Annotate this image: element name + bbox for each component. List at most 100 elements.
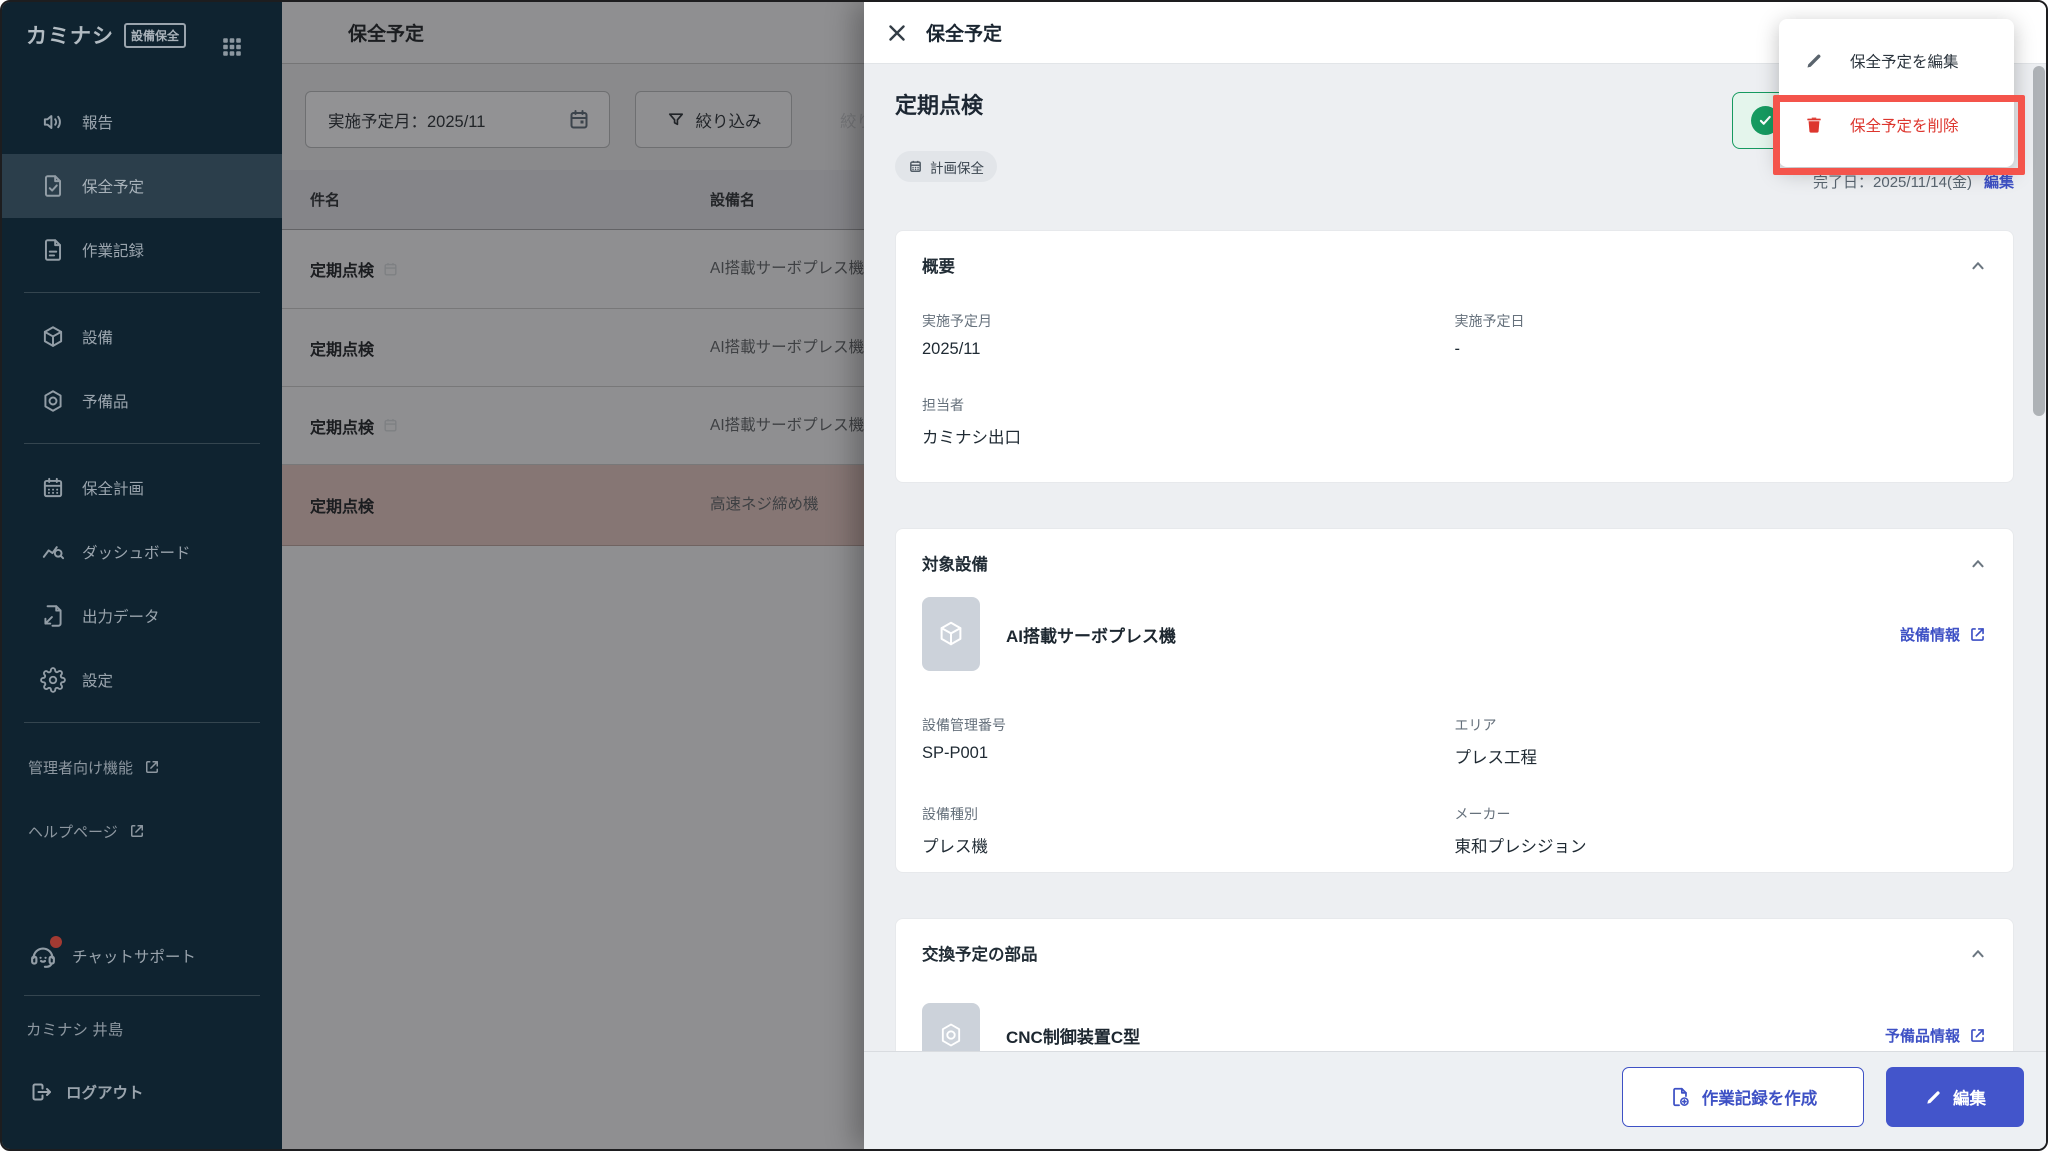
- field: メーカー 東和プレシジョン: [1455, 804, 1988, 857]
- overview-card: 概要 実施予定月 2025/11 実施予定日 - 担当者 カミナシ出口: [895, 230, 2014, 483]
- app-switcher-icon[interactable]: [220, 35, 244, 59]
- trash-icon: [1804, 115, 1824, 135]
- nut-icon: [40, 388, 66, 414]
- completion-line: 完了日：2025/11/14(金) 編集: [1813, 171, 2014, 192]
- scrollbar-thumb[interactable]: [2033, 66, 2045, 416]
- document-lines-icon: [40, 237, 66, 263]
- field-value: プレス工程: [1455, 744, 1988, 768]
- external-link-icon: [143, 758, 161, 776]
- month-filter-label: 実施予定月：2025/11: [328, 108, 485, 132]
- external-link-icon: [128, 822, 146, 840]
- close-icon[interactable]: [884, 20, 910, 46]
- part-info-link[interactable]: 予備品情報: [1885, 1025, 1987, 1046]
- row-subject: 定期点検: [310, 336, 374, 360]
- table-row[interactable]: 定期点検 AI搭載サーボプレス機: [282, 387, 864, 465]
- logo-text: カミナシ: [26, 20, 114, 50]
- filter-button[interactable]: 絞り込み: [635, 91, 792, 148]
- sidebar-divider: [24, 443, 260, 444]
- cube-icon: [40, 324, 66, 350]
- equipment-name: AI搭載サーボプレス機: [1006, 622, 1900, 647]
- row-subject: 定期点検: [310, 414, 374, 438]
- row-subject: 定期点検: [310, 493, 374, 517]
- row-equipment: AI搭載サーボプレス機: [710, 413, 870, 437]
- chat-support-label: チャットサポート: [72, 945, 196, 967]
- field-label: 設備種別: [922, 804, 1455, 824]
- drawer-title: 保全予定: [926, 19, 1002, 46]
- sidebar-item-spare-parts[interactable]: 予備品: [2, 369, 282, 433]
- sidebar-item-export-data[interactable]: 出力データ: [2, 584, 282, 648]
- sidebar-item-label: 保全計画: [82, 477, 144, 499]
- field-label: 実施予定日: [1455, 311, 1988, 331]
- sidebar: カミナシ 設備保全 報告 保全予定 作業記録 設備: [2, 2, 282, 1149]
- calendar-icon: [40, 475, 66, 501]
- sidebar-link-label: 管理者向け機能: [28, 757, 133, 778]
- calendar-icon: [908, 159, 923, 174]
- logout-button[interactable]: ログアウト: [2, 1064, 282, 1120]
- edit-button[interactable]: 編集: [1886, 1067, 2024, 1127]
- field: 実施予定月 2025/11: [922, 311, 1455, 359]
- table-row-selected[interactable]: 定期点検 高速ネジ締め機: [282, 465, 864, 546]
- chart-search-icon: [40, 539, 66, 565]
- main-titlebar: 保全予定: [282, 2, 864, 64]
- sidebar-item-work-records[interactable]: 作業記録: [2, 218, 282, 282]
- document-plus-icon: [1669, 1086, 1691, 1108]
- main-content: 保全予定 実施予定月：2025/11 絞り込み 絞り 件名 設備名 定期点検 A…: [282, 2, 864, 1149]
- table-row[interactable]: 定期点検 AI搭載サーボプレス機: [282, 230, 864, 309]
- sidebar-item-label: 設備: [82, 326, 113, 348]
- external-link-icon: [1968, 1026, 1987, 1045]
- user-name: カミナシ 井島: [26, 1018, 123, 1040]
- record-heading: 定期点検: [895, 88, 983, 120]
- field: 実施予定日 -: [1455, 311, 1988, 359]
- sidebar-item-maintenance-schedule[interactable]: 保全予定: [2, 154, 282, 218]
- sidebar-item-label: 出力データ: [82, 605, 160, 627]
- sidebar-item-maintenance-plan[interactable]: 保全計画: [2, 456, 282, 520]
- field: 設備管理番号 SP-P001: [922, 715, 1455, 768]
- gear-icon: [40, 667, 66, 693]
- row-equipment: AI搭載サーボプレス機: [710, 257, 870, 281]
- type-badge: 計画保全: [895, 151, 997, 182]
- chevron-up-icon[interactable]: [1967, 943, 1989, 965]
- completion-edit-link[interactable]: 編集: [1984, 171, 2014, 192]
- parts-card-title: 交換予定の部品: [922, 941, 1038, 965]
- sidebar-item-equipment[interactable]: 設備: [2, 305, 282, 369]
- logout-icon: [29, 1080, 53, 1104]
- sidebar-item-report[interactable]: 報告: [2, 90, 282, 154]
- menu-item-delete-schedule[interactable]: 保全予定を削除: [1779, 93, 2014, 157]
- chevron-up-icon[interactable]: [1967, 255, 1989, 277]
- field-label: 実施予定月: [922, 311, 1455, 331]
- funnel-icon: [666, 110, 686, 130]
- equipment-thumbnail-cube-icon: [922, 597, 980, 671]
- filter-bar: 実施予定月：2025/11 絞り込み 絞り: [282, 64, 864, 170]
- menu-item-edit-schedule[interactable]: 保全予定を編集: [1779, 29, 2014, 93]
- row-subject: 定期点検: [310, 257, 374, 281]
- table-header: 件名 設備名: [282, 170, 864, 230]
- create-work-record-label: 作業記録を作成: [1702, 1085, 1818, 1109]
- field-value: -: [1455, 340, 1988, 359]
- sidebar-item-label: ダッシュボード: [82, 541, 191, 563]
- sidebar-item-settings[interactable]: 設定: [2, 648, 282, 712]
- chat-support-button[interactable]: チャットサポート: [2, 924, 282, 988]
- overview-card-title: 概要: [922, 253, 955, 277]
- table-row[interactable]: 定期点検 AI搭載サーボプレス機: [282, 309, 864, 387]
- row-equipment: AI搭載サーボプレス機: [710, 335, 870, 359]
- sidebar-item-dashboard[interactable]: ダッシュボード: [2, 520, 282, 584]
- calendar-icon: [382, 261, 399, 278]
- notification-dot: [50, 936, 62, 948]
- equipment-card: 対象設備 AI搭載サーボプレス機 設備情報 設備管理番号 SP-P001 エリア…: [895, 528, 2014, 873]
- create-work-record-button[interactable]: 作業記録を作成: [1622, 1067, 1864, 1127]
- sidebar-item-label: 報告: [82, 111, 113, 133]
- sidebar-link-help[interactable]: ヘルプページ: [2, 799, 282, 863]
- logo-badge: 設備保全: [124, 23, 186, 48]
- sidebar-nav: 報告 保全予定 作業記録 設備 予備品 保全計画: [2, 90, 282, 863]
- field-label: エリア: [1455, 715, 1988, 735]
- equipment-info-link[interactable]: 設備情報: [1900, 624, 1987, 645]
- chevron-up-icon[interactable]: [1967, 553, 1989, 575]
- edit-button-label: 編集: [1953, 1085, 1986, 1109]
- month-filter[interactable]: 実施予定月：2025/11: [305, 91, 610, 148]
- logo: カミナシ 設備保全: [26, 20, 186, 50]
- sidebar-divider: [24, 292, 260, 293]
- sidebar-link-admin[interactable]: 管理者向け機能: [2, 735, 282, 799]
- external-link-icon: [1968, 625, 1987, 644]
- field-value: 東和プレシジョン: [1455, 833, 1988, 857]
- field-value: 2025/11: [922, 340, 1455, 359]
